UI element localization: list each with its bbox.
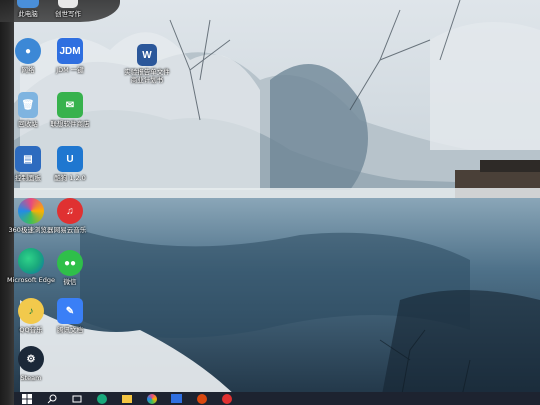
feishu-shortcut[interactable]: ✎ 腾讯文档: [45, 298, 95, 334]
browser-360-icon: [18, 198, 44, 224]
folder-icon[interactable]: [120, 393, 133, 404]
word-doc-shortcut[interactable]: W 实验报告单文件 商业计划书: [122, 44, 172, 84]
taskbar: [14, 392, 540, 405]
task-view-icon[interactable]: [70, 393, 83, 404]
store-icon: ✉: [57, 92, 83, 118]
icon-label: 微信: [63, 278, 77, 286]
icon-label: JDM 一键: [56, 66, 84, 74]
icon-label: 腾讯文档: [57, 326, 83, 334]
wechat-shortcut[interactable]: ●● 微信: [45, 250, 95, 286]
icon-label: Steam: [20, 374, 42, 382]
jdm-icon[interactable]: [170, 393, 183, 404]
jdm-shortcut[interactable]: JDM JDM 一键: [45, 38, 95, 74]
recycle-bin-icon: 🗑: [18, 92, 38, 118]
document-icon: [58, 0, 78, 8]
netease-music-shortcut[interactable]: ♫ 网易云音乐: [45, 198, 95, 234]
netease-music-icon: ♫: [57, 198, 83, 224]
icon-label: 创世写作: [55, 10, 81, 18]
icon-label: 联想软件商店: [50, 120, 90, 128]
edge-icon: [18, 248, 44, 274]
windows-start-icon[interactable]: [20, 393, 33, 404]
control-panel-icon: ▤: [15, 146, 41, 172]
docs-icon: ✎: [57, 298, 83, 324]
kugou-shortcut[interactable]: U 酷狗 1.2.0: [45, 146, 95, 182]
jdm-icon: JDM: [57, 38, 83, 64]
computer-icon: [17, 0, 39, 8]
search-icon[interactable]: [45, 393, 58, 404]
icon-label: 网易云音乐: [53, 226, 87, 234]
steam-shortcut[interactable]: ⚙ Steam: [6, 346, 56, 382]
icon-label: 酷狗 1.2.0: [54, 174, 86, 182]
create-write-shortcut[interactable]: 创世写作: [43, 0, 93, 18]
browser-360-icon[interactable]: [145, 393, 158, 404]
word-icon: W: [137, 44, 157, 66]
steam-icon: ⚙: [18, 346, 44, 372]
lenovo-store-shortcut[interactable]: ✉ 联想软件商店: [45, 92, 95, 128]
desktop-screen: 此电脑 创世写作 ● 网络 JDM JDM 一键 W 实验报告单文件 商业计划书…: [0, 0, 540, 405]
kugou-icon: U: [57, 146, 83, 172]
netease-icon[interactable]: [220, 393, 233, 404]
qq-music-icon: ♪: [18, 298, 44, 324]
edge-icon[interactable]: [95, 393, 108, 404]
wechat-icon: ●●: [57, 250, 83, 276]
icon-label: 实验报告单文件 商业计划书: [124, 68, 170, 84]
app-icon[interactable]: [195, 393, 208, 404]
network-icon: ●: [15, 38, 41, 64]
